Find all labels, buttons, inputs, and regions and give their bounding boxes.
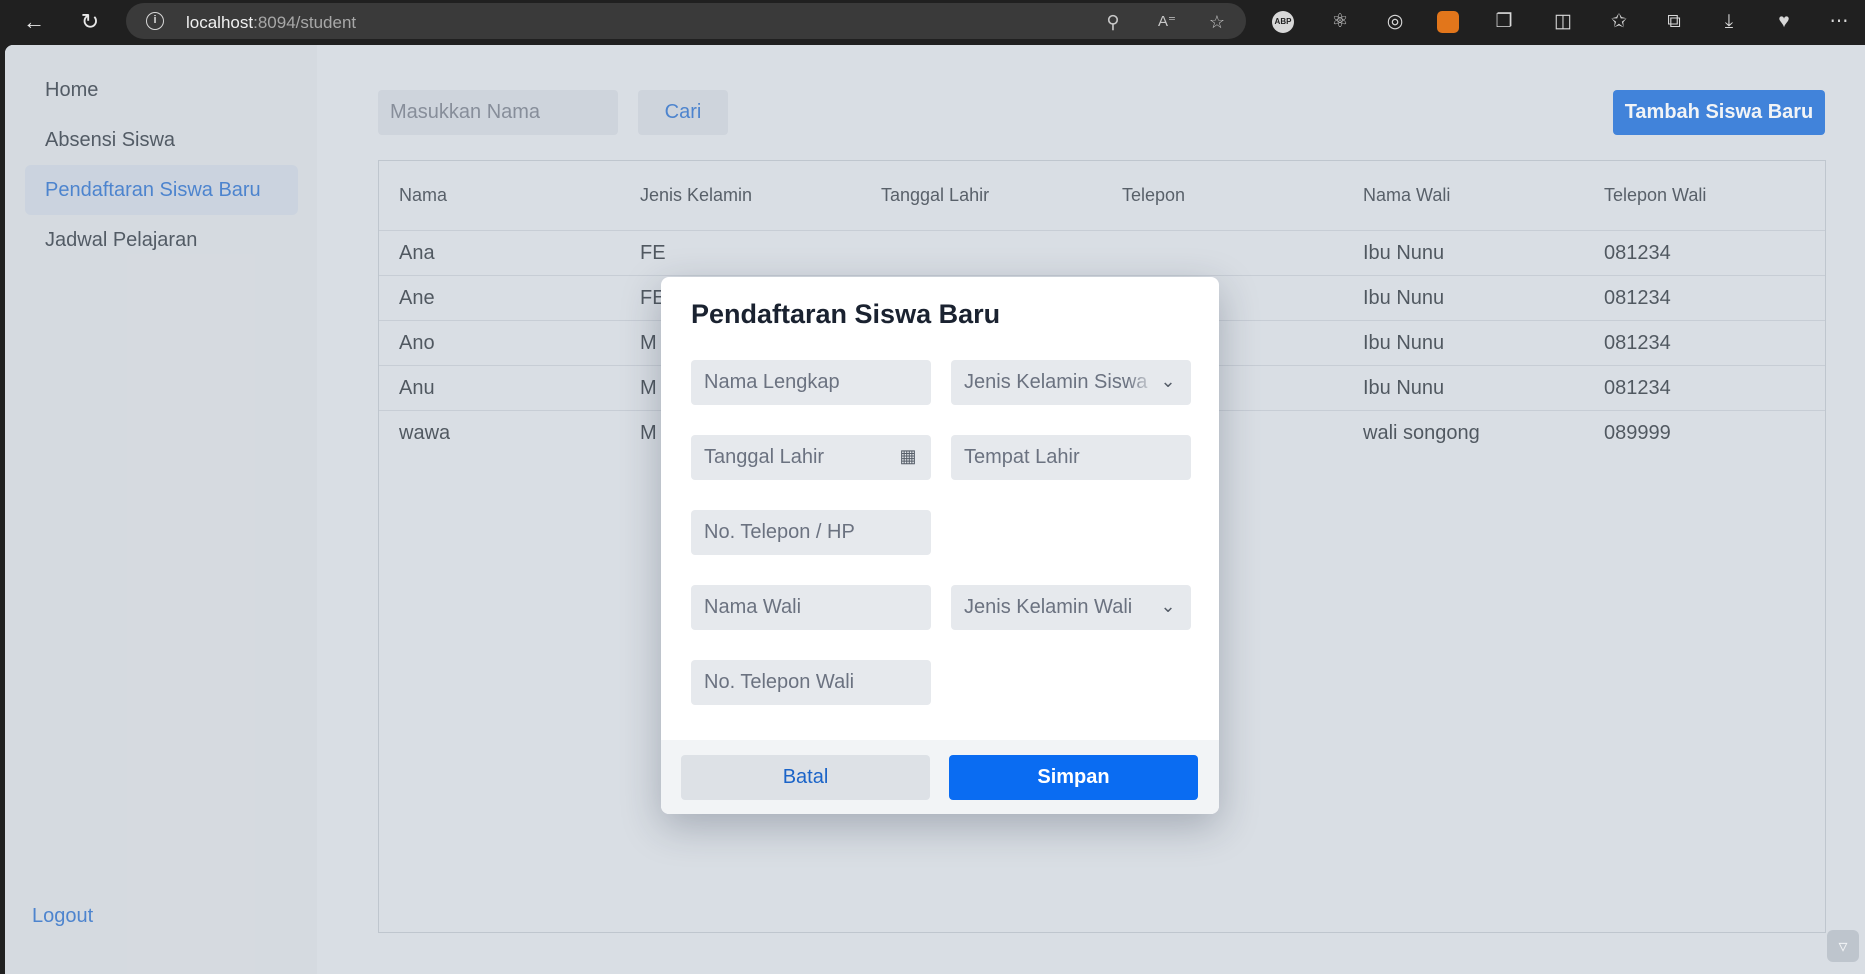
back-icon[interactable]: ← [18, 6, 50, 38]
jenis-kelamin-wali-select[interactable]: Jenis Kelamin Wali ⌄ [951, 585, 1191, 630]
favorite-star-icon[interactable]: ☆ [1206, 11, 1228, 33]
save-button[interactable]: Simpan [949, 755, 1198, 800]
tanggal-lahir-placeholder: Tanggal Lahir [704, 446, 825, 468]
calendar-icon[interactable]: ▦ [897, 445, 919, 467]
adblock-icon[interactable]: ABP [1272, 11, 1294, 33]
refresh-icon[interactable]: ↻ [74, 6, 106, 38]
split-screen-icon[interactable]: ◫ [1550, 9, 1576, 35]
address-bar[interactable]: i localhost:8094/student ⚲ A⁼ ☆ [126, 3, 1246, 39]
cancel-button[interactable]: Batal [681, 755, 930, 800]
app-viewport: Home Absensi Siswa Pendaftaran Siswa Bar… [5, 45, 1865, 974]
info-icon[interactable]: i [146, 12, 164, 30]
url-text: localhost:8094/student [186, 13, 356, 33]
downloads-icon[interactable]: ⤓ [1716, 9, 1742, 35]
react-devtools-icon[interactable]: ⚛ [1327, 9, 1353, 35]
nama-wali-field[interactable]: Nama Wali [691, 585, 931, 630]
extension-target-icon[interactable]: ◎ [1382, 9, 1408, 35]
jenis-kelamin-siswa-placeholder: Jenis Kelamin Siswa [964, 371, 1148, 393]
key-icon[interactable]: ⚲ [1102, 11, 1124, 33]
collections-icon[interactable]: ⧉ [1661, 9, 1687, 35]
more-icon[interactable]: ⋯ [1826, 9, 1852, 35]
url-path: :8094/student [253, 13, 357, 32]
telepon-placeholder: No. Telepon / HP [704, 521, 855, 543]
health-icon[interactable]: ♥ [1771, 9, 1797, 35]
nama-lengkap-placeholder: Nama Lengkap [704, 371, 840, 393]
telepon-wali-placeholder: No. Telepon Wali [704, 671, 855, 693]
chevron-down-icon: ⌄ [1160, 596, 1176, 616]
tempat-lahir-placeholder: Tempat Lahir [964, 446, 1080, 468]
registration-modal: Pendaftaran Siswa Baru Nama Lengkap Jeni… [661, 277, 1219, 814]
tempat-lahir-field[interactable]: Tempat Lahir [951, 435, 1191, 480]
chevron-down-icon: ⌄ [1157, 370, 1179, 392]
browser-toolbar: ← ↻ i localhost:8094/student ⚲ A⁼ ☆ ABP … [0, 0, 1865, 44]
read-aloud-icon[interactable]: A⁼ [1156, 11, 1178, 33]
jenis-kelamin-wali-placeholder: Jenis Kelamin Wali [964, 596, 1133, 618]
modal-footer: Batal Simpan [661, 740, 1219, 814]
metamask-icon[interactable] [1437, 11, 1459, 33]
telepon-field[interactable]: No. Telepon / HP [691, 510, 931, 555]
tanggal-lahir-field[interactable]: Tanggal Lahir ▦ [691, 435, 931, 480]
jenis-kelamin-siswa-select[interactable]: Jenis Kelamin Siswa ⌄ [951, 360, 1191, 405]
url-host: localhost [186, 13, 254, 32]
favorites-icon[interactable]: ✩ [1606, 9, 1632, 35]
extensions-icon[interactable]: ❐ [1491, 9, 1517, 35]
telepon-wali-field[interactable]: No. Telepon Wali [691, 660, 931, 705]
select-fade [1127, 360, 1157, 405]
nama-wali-placeholder: Nama Wali [704, 596, 802, 618]
nama-lengkap-field[interactable]: Nama Lengkap [691, 360, 931, 405]
modal-title: Pendaftaran Siswa Baru [691, 299, 1001, 329]
